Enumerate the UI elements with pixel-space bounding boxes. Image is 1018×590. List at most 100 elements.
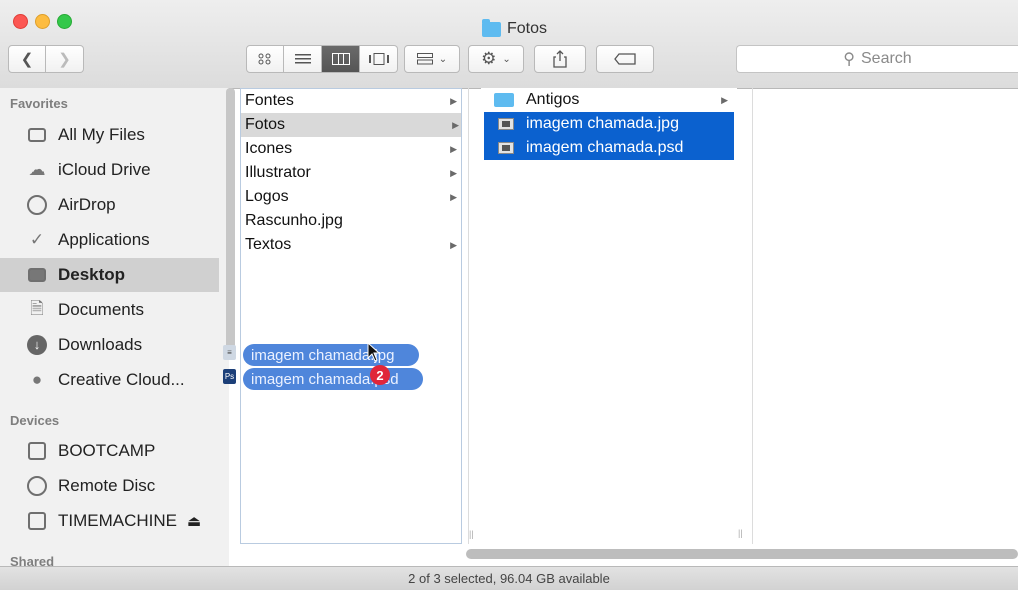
sidebar-item-label: iCloud Drive xyxy=(58,160,151,179)
column-view-button[interactable] xyxy=(322,45,360,73)
list-view-icon xyxy=(294,54,311,64)
cover-flow-view-button[interactable] xyxy=(360,45,398,73)
column-resize-handle[interactable]: || xyxy=(469,529,474,539)
list-item-antigos[interactable]: Antigos ▶ xyxy=(484,88,734,112)
sidebar-item-label: All My Files xyxy=(58,125,145,144)
item-label: Antigos xyxy=(526,91,580,108)
list-item[interactable]: Textos ▶ xyxy=(245,233,459,257)
applications-icon: ✓ xyxy=(29,230,45,249)
minimize-window-button[interactable] xyxy=(35,14,50,29)
list-view-button[interactable] xyxy=(284,45,322,73)
drive-icon xyxy=(26,440,48,462)
sidebar-item-bootcamp[interactable]: BOOTCAMP xyxy=(0,434,219,468)
sidebar-item-documents[interactable]: 🗎 Documents xyxy=(0,293,219,327)
disclosure-arrow-icon: ▶ xyxy=(721,94,728,105)
sidebar-item-label: Remote Disc xyxy=(58,476,156,495)
column-resize-handle[interactable]: || xyxy=(738,528,743,538)
sidebar: Favorites All My Files ☁ iCloud Drive Ai… xyxy=(0,88,229,566)
sidebar-item-label: Documents xyxy=(58,300,144,319)
creative-cloud-icon: ● xyxy=(31,370,43,389)
sidebar-item-airdrop[interactable]: AirDrop xyxy=(0,188,219,222)
column-desktop: Fontes ▶ Fotos ▶ Icones ▶ Illustrator ▶ … xyxy=(240,88,474,544)
sidebar-item-label: BOOTCAMP xyxy=(58,441,156,460)
column-view-icon xyxy=(331,53,350,65)
shared-heading: Shared xyxy=(10,554,55,566)
forward-button[interactable]: ❯ xyxy=(46,45,84,73)
drive-icon xyxy=(26,510,48,532)
sidebar-item-icloud-drive[interactable]: ☁ iCloud Drive xyxy=(0,153,219,187)
search-field[interactable]: ⚲ Search xyxy=(736,45,1018,73)
zoom-window-button[interactable] xyxy=(57,14,72,29)
sidebar-item-timemachine[interactable]: TIMEMACHINE ⏏ xyxy=(0,504,219,538)
desktop-icon xyxy=(26,264,48,286)
documents-icon: 🗎 xyxy=(30,298,44,318)
item-label: Fotos xyxy=(245,116,286,133)
psd-drag-icon: Ps xyxy=(223,369,236,384)
sidebar-item-desktop[interactable]: Desktop xyxy=(0,258,219,292)
action-button[interactable]: ⚙ ⌄ xyxy=(468,45,524,73)
list-item[interactable]: Fontes ▶ xyxy=(245,89,459,113)
finder-window: Fotos ❮ ❯ ⌄ ⚙ ⌄ ⚲ Search Favorites All M… xyxy=(0,0,1018,590)
icon-view-icon xyxy=(258,53,271,65)
item-label: Textos xyxy=(245,236,292,253)
window-title-text: Fotos xyxy=(507,20,548,37)
disclosure-arrow-icon: ▶ xyxy=(450,239,457,250)
tags-button[interactable] xyxy=(596,45,654,73)
sidebar-item-label: Creative Cloud... xyxy=(58,370,185,389)
sidebar-item-creative-cloud[interactable]: ● Creative Cloud... xyxy=(0,363,219,397)
all-files-icon xyxy=(26,124,48,146)
tag-icon xyxy=(614,53,636,65)
mouse-cursor-icon xyxy=(367,342,381,362)
sidebar-item-downloads[interactable]: ↓ Downloads xyxy=(0,328,219,362)
column-fotos: Antigos ▶ imagem chamada.jpg imagem cham… xyxy=(481,88,743,544)
column-divider xyxy=(468,88,469,544)
image-file-icon xyxy=(498,118,514,130)
sidebar-item-label: TIMEMACHINE xyxy=(58,511,177,530)
folder-icon xyxy=(482,18,501,37)
horizontal-scrollbar[interactable] xyxy=(466,549,1018,559)
item-label: imagem chamada.psd xyxy=(526,139,684,156)
share-icon xyxy=(553,50,567,68)
item-label: Rascunho.jpg xyxy=(245,212,343,229)
back-button[interactable]: ❮ xyxy=(8,45,46,73)
disclosure-arrow-icon: ▶ xyxy=(450,143,457,154)
sidebar-item-label: Desktop xyxy=(58,265,126,284)
icon-view-button[interactable] xyxy=(246,45,284,73)
arrange-button[interactable]: ⌄ xyxy=(404,45,460,73)
window-title: Fotos xyxy=(482,18,547,40)
chevron-right-icon: ❯ xyxy=(58,51,71,68)
list-item-imagem-jpg[interactable]: imagem chamada.jpg xyxy=(484,112,734,136)
gear-icon: ⚙ xyxy=(481,49,497,68)
item-label: Icones xyxy=(245,140,293,157)
list-item[interactable]: Icones ▶ xyxy=(245,137,459,161)
search-placeholder: Search xyxy=(861,50,912,67)
sidebar-scrollbar[interactable] xyxy=(226,88,235,360)
list-item-imagem-psd[interactable]: imagem chamada.psd xyxy=(484,136,734,160)
view-mode-buttons xyxy=(246,45,398,73)
cover-flow-icon xyxy=(368,53,389,65)
drag-ghost-psd: imagem chamada.psd xyxy=(243,368,423,390)
eject-icon[interactable]: ⏏ xyxy=(187,512,201,530)
drag-count-badge: 2 xyxy=(370,365,390,385)
sidebar-item-applications[interactable]: ✓ Applications xyxy=(0,223,219,257)
sidebar-item-all-my-files[interactable]: All My Files xyxy=(0,118,219,152)
list-item[interactable]: Rascunho.jpg xyxy=(245,209,459,233)
drag-ghost-jpg: imagem chamada.jpg xyxy=(243,344,419,366)
status-bar: 2 of 3 selected, 96.04 GB available xyxy=(0,566,1018,590)
arrange-icon xyxy=(416,53,433,65)
item-label: imagem chamada.jpg xyxy=(526,115,679,132)
disclosure-arrow-icon: ▶ xyxy=(450,167,457,178)
close-window-button[interactable] xyxy=(13,14,28,29)
chevron-left-icon: ❮ xyxy=(20,51,34,68)
disclosure-arrow-icon: ▶ xyxy=(450,95,457,106)
sidebar-item-remote-disc[interactable]: Remote Disc xyxy=(0,469,219,503)
list-item-fotos[interactable]: Fotos ▶ xyxy=(241,113,461,137)
item-label: Fontes xyxy=(245,92,294,109)
disclosure-arrow-icon: ▶ xyxy=(450,191,457,202)
list-item[interactable]: Illustrator ▶ xyxy=(245,161,459,185)
disc-icon xyxy=(26,475,48,497)
airdrop-icon xyxy=(26,194,48,216)
list-item[interactable]: Logos ▶ xyxy=(245,185,459,209)
chevron-down-icon: ⌄ xyxy=(502,53,511,65)
share-button[interactable] xyxy=(534,45,586,73)
